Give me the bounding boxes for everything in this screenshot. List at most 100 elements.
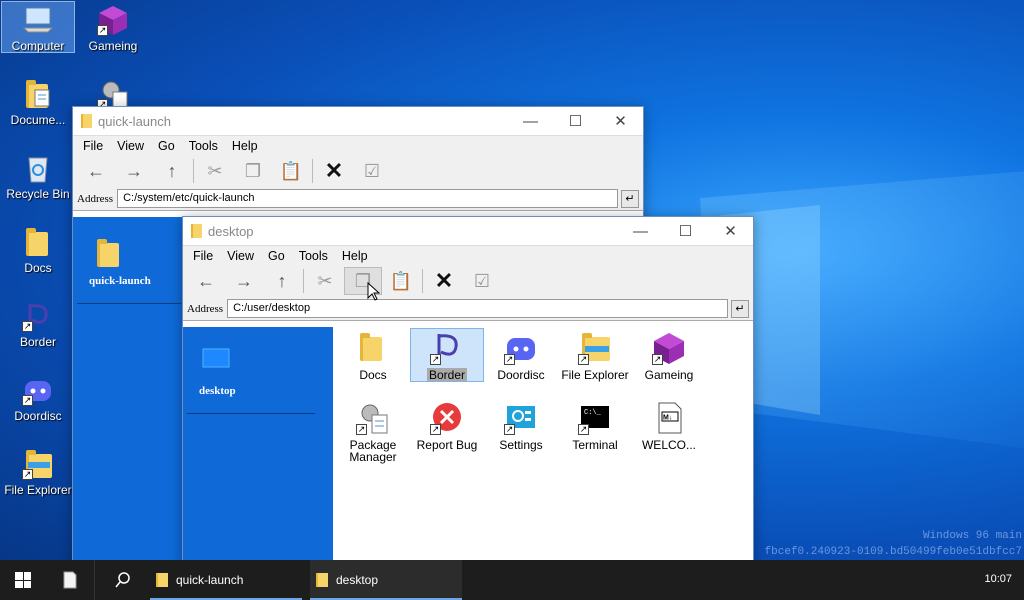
menu-help[interactable]: Help [335, 249, 375, 263]
paste-button[interactable]: 📋 [272, 157, 310, 185]
up-button[interactable]: ↑ [263, 267, 301, 295]
menu-tools[interactable]: Tools [292, 249, 335, 263]
documents-icon [22, 78, 54, 110]
desktop-icon-docs[interactable]: Docs [2, 224, 74, 274]
document-quicklaunch-button[interactable] [46, 560, 94, 600]
toolbar: ← → ↑ ✂ ❐ 📋 ✕ ☑ [183, 265, 753, 301]
desktop-icon-file-explorer[interactable]: ↗ File Explorer [2, 446, 74, 496]
forward-button[interactable]: → [115, 157, 153, 185]
taskbar-clock[interactable]: 10:07 [984, 573, 1012, 585]
build-watermark-line1: Windows 96 main [922, 530, 1022, 542]
menubar: File View Go Tools Help [73, 135, 643, 155]
copy-button[interactable]: ❐ [234, 157, 272, 185]
properties-button[interactable]: ☑ [463, 267, 501, 295]
taskbar-item-quick-launch[interactable]: quick-launch [150, 560, 302, 600]
window-desktop[interactable]: desktop — ☐ ✕ File View Go Tools Help ← … [182, 216, 754, 566]
toolbar: ← → ↑ ✂ ❐ 📋 ✕ ☑ [73, 155, 643, 187]
desktop-icon-doordisc[interactable]: ↗ Doordisc [2, 372, 74, 422]
up-button[interactable]: ↑ [153, 157, 191, 185]
file-icon-settings[interactable]: ↗ Settings [485, 401, 557, 451]
back-button[interactable]: ← [187, 267, 225, 295]
cube-icon: ↗ [97, 4, 129, 36]
minimize-button[interactable]: — [618, 217, 663, 245]
package-manager-icon: ↗ [356, 401, 390, 435]
address-input[interactable]: C:/user/desktop [227, 299, 728, 318]
windows-logo-icon [15, 572, 31, 588]
start-button[interactable] [0, 560, 46, 600]
file-icon-doordisc[interactable]: ↗ Doordisc [485, 331, 557, 381]
file-icon-gameing[interactable]: ↗ Gameing [633, 331, 705, 381]
address-bar: Address C:/system/etc/quick-launch ↵ [73, 187, 643, 211]
menu-tools[interactable]: Tools [182, 139, 225, 153]
menu-help[interactable]: Help [225, 139, 265, 153]
panel-caption: desktop [199, 385, 236, 397]
paste-button[interactable]: 📋 [382, 267, 420, 295]
close-button[interactable]: ✕ [598, 107, 643, 135]
report-bug-icon: ↗ [430, 401, 464, 435]
folder-icon [81, 114, 92, 128]
side-panel: desktop [183, 327, 333, 565]
cut-button[interactable]: ✂ [306, 267, 344, 295]
file-icon-welcome[interactable]: M↓ WELCO... [633, 401, 705, 451]
desktop-icon-computer[interactable]: Computer [1, 1, 75, 53]
window-titlebar[interactable]: desktop — ☐ ✕ [183, 217, 753, 245]
border-icon: ↗ [22, 300, 54, 332]
terminal-icon: C:\_ ↗ [578, 401, 612, 435]
window-title: quick-launch [98, 113, 171, 129]
minimize-button[interactable]: — [508, 107, 553, 135]
menu-view[interactable]: View [110, 139, 151, 153]
computer-icon [22, 4, 54, 36]
desktop-icon-gameing[interactable]: ↗ Gameing [77, 2, 149, 52]
folder-icon [22, 226, 54, 258]
folder-icon [356, 331, 390, 365]
desktop-icon-package-manager[interactable]: ↗ [77, 76, 149, 108]
menu-go[interactable]: Go [261, 249, 292, 263]
delete-button[interactable]: ✕ [315, 157, 353, 185]
markdown-file-icon: M↓ [652, 401, 686, 435]
package-manager-icon: ↗ [97, 78, 129, 108]
copy-button[interactable]: ❐ [344, 267, 382, 301]
file-icon-file-explorer[interactable]: ↗ File Explorer [559, 331, 631, 381]
file-icon-docs[interactable]: Docs [337, 331, 409, 381]
window-titlebar[interactable]: quick-launch — ☐ ✕ [73, 107, 643, 135]
shortcut-arrow-icon: ↗ [430, 354, 441, 365]
menu-view[interactable]: View [220, 249, 261, 263]
shortcut-arrow-icon: ↗ [578, 424, 589, 435]
folder-icon [93, 237, 119, 267]
shortcut-arrow-icon: ↗ [22, 469, 33, 480]
shortcut-arrow-icon: ↗ [652, 354, 663, 365]
recycle-bin-icon [22, 152, 54, 184]
menu-go[interactable]: Go [151, 139, 182, 153]
taskbar-item-desktop[interactable]: desktop [310, 560, 462, 600]
back-button[interactable]: ← [77, 157, 115, 185]
folder-icon [156, 573, 168, 587]
cube-icon: ↗ [652, 331, 686, 365]
file-icon-report-bug[interactable]: ↗ Report Bug [411, 401, 483, 451]
desktop-icon-documents[interactable]: Docume... [2, 76, 74, 126]
desktop-icon-recycle-bin[interactable]: Recycle Bin [2, 150, 74, 200]
maximize-button[interactable]: ☐ [553, 107, 598, 135]
go-button[interactable]: ↵ [621, 189, 639, 208]
svg-text:C:\_: C:\_ [584, 409, 602, 417]
properties-button[interactable]: ☑ [353, 157, 391, 185]
border-icon: ↗ [430, 331, 464, 365]
maximize-button[interactable]: ☐ [663, 217, 708, 245]
desktop-icon-border[interactable]: ↗ Border [2, 298, 74, 348]
shortcut-arrow-icon: ↗ [22, 395, 33, 406]
menu-file[interactable]: File [186, 249, 220, 263]
address-input[interactable]: C:/system/etc/quick-launch [117, 189, 618, 208]
close-button[interactable]: ✕ [708, 217, 753, 245]
file-icon-terminal[interactable]: C:\_ ↗ Terminal [559, 401, 631, 451]
file-icon-border[interactable]: ↗ Border [410, 328, 484, 382]
go-button[interactable]: ↵ [731, 299, 749, 318]
file-icon-package-manager[interactable]: ↗ Package Manager [337, 401, 409, 463]
search-button[interactable] [94, 560, 150, 600]
discord-icon: ↗ [504, 331, 538, 365]
file-explorer-icon: ↗ [22, 448, 54, 480]
folder-icon [191, 224, 202, 238]
menu-file[interactable]: File [76, 139, 110, 153]
shortcut-arrow-icon: ↗ [430, 424, 441, 435]
delete-button[interactable]: ✕ [425, 267, 463, 295]
cut-button[interactable]: ✂ [196, 157, 234, 185]
forward-button[interactable]: → [225, 267, 263, 295]
